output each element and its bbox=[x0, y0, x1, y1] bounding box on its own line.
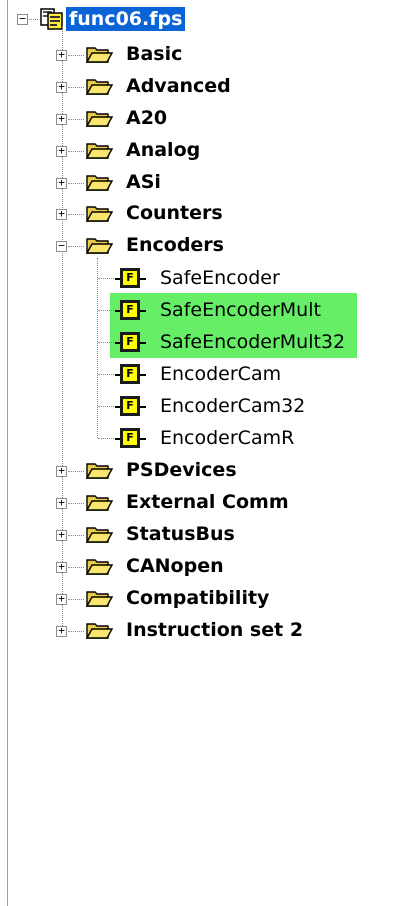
folder-psdevices[interactable]: PSDevices bbox=[126, 458, 237, 482]
folder-icon bbox=[85, 236, 114, 255]
folder-external-comm[interactable]: External Comm bbox=[126, 490, 289, 514]
folder-icon bbox=[85, 525, 114, 544]
function-block-encodercam[interactable]: EncoderCam bbox=[160, 362, 281, 386]
function-block-icon: F bbox=[120, 364, 140, 384]
function-block-encodercam32[interactable]: EncoderCam32 bbox=[160, 394, 305, 418]
function-block-safeencodermult32[interactable]: SafeEncoderMult32 bbox=[160, 330, 345, 354]
function-block-icon: F bbox=[120, 428, 140, 448]
folder-icon bbox=[85, 589, 114, 608]
expander-advanced[interactable]: + bbox=[56, 81, 67, 93]
folder-icon bbox=[85, 461, 114, 480]
expander-encoders[interactable]: − bbox=[56, 240, 67, 252]
folder-counters[interactable]: Counters bbox=[126, 201, 223, 225]
folder-icon bbox=[85, 109, 114, 128]
expander-statusbus[interactable]: + bbox=[56, 529, 67, 541]
expander-analog[interactable]: + bbox=[56, 145, 67, 157]
function-block-icon: F bbox=[120, 268, 140, 288]
folder-canopen[interactable]: CANopen bbox=[126, 554, 224, 578]
folder-icon bbox=[85, 141, 114, 160]
folder-basic[interactable]: Basic bbox=[126, 42, 182, 66]
expander-canopen[interactable]: + bbox=[56, 561, 67, 573]
folder-statusbus[interactable]: StatusBus bbox=[126, 522, 235, 546]
expander-basic[interactable]: + bbox=[56, 49, 67, 61]
folder-instruction-set-2[interactable]: Instruction set 2 bbox=[126, 618, 303, 642]
function-block-icon: F bbox=[120, 332, 140, 352]
function-block-icon: F bbox=[120, 300, 140, 320]
folder-encoders[interactable]: Encoders bbox=[126, 233, 224, 257]
expander-external-comm[interactable]: + bbox=[56, 497, 67, 509]
folder-analog[interactable]: Analog bbox=[126, 138, 200, 162]
folder-a20[interactable]: A20 bbox=[126, 106, 167, 130]
function-block-encodercamr[interactable]: EncoderCamR bbox=[160, 426, 294, 450]
folder-asi[interactable]: ASi bbox=[126, 170, 161, 194]
folder-advanced[interactable]: Advanced bbox=[126, 74, 231, 98]
folder-icon bbox=[85, 45, 114, 64]
expander-psdevices[interactable]: + bbox=[56, 465, 67, 477]
expander-asi[interactable]: + bbox=[56, 177, 67, 189]
project-file-icon bbox=[40, 8, 63, 30]
folder-icon bbox=[85, 173, 114, 192]
folder-icon bbox=[85, 557, 114, 576]
function-block-safeencoder[interactable]: SafeEncoder bbox=[160, 266, 280, 290]
folder-icon bbox=[85, 493, 114, 512]
function-tree: − func06.fps + Basic + Advanced + A20 + Analog +… bbox=[0, 0, 416, 906]
folder-icon bbox=[85, 621, 114, 640]
expander-compatibility[interactable]: + bbox=[56, 593, 67, 605]
expander-a20[interactable]: + bbox=[56, 113, 67, 125]
function-block-icon: F bbox=[120, 396, 140, 416]
expander-counters[interactable]: + bbox=[56, 208, 67, 220]
folder-compatibility[interactable]: Compatibility bbox=[126, 586, 269, 610]
folder-icon bbox=[85, 77, 114, 96]
project-root-label[interactable]: func06.fps bbox=[66, 7, 186, 31]
root-collapse-toggle[interactable]: − bbox=[17, 13, 28, 25]
folder-icon bbox=[85, 204, 114, 223]
function-block-safeencodermult[interactable]: SafeEncoderMult bbox=[160, 298, 321, 322]
expander-instruction-set-2[interactable]: + bbox=[56, 625, 67, 637]
